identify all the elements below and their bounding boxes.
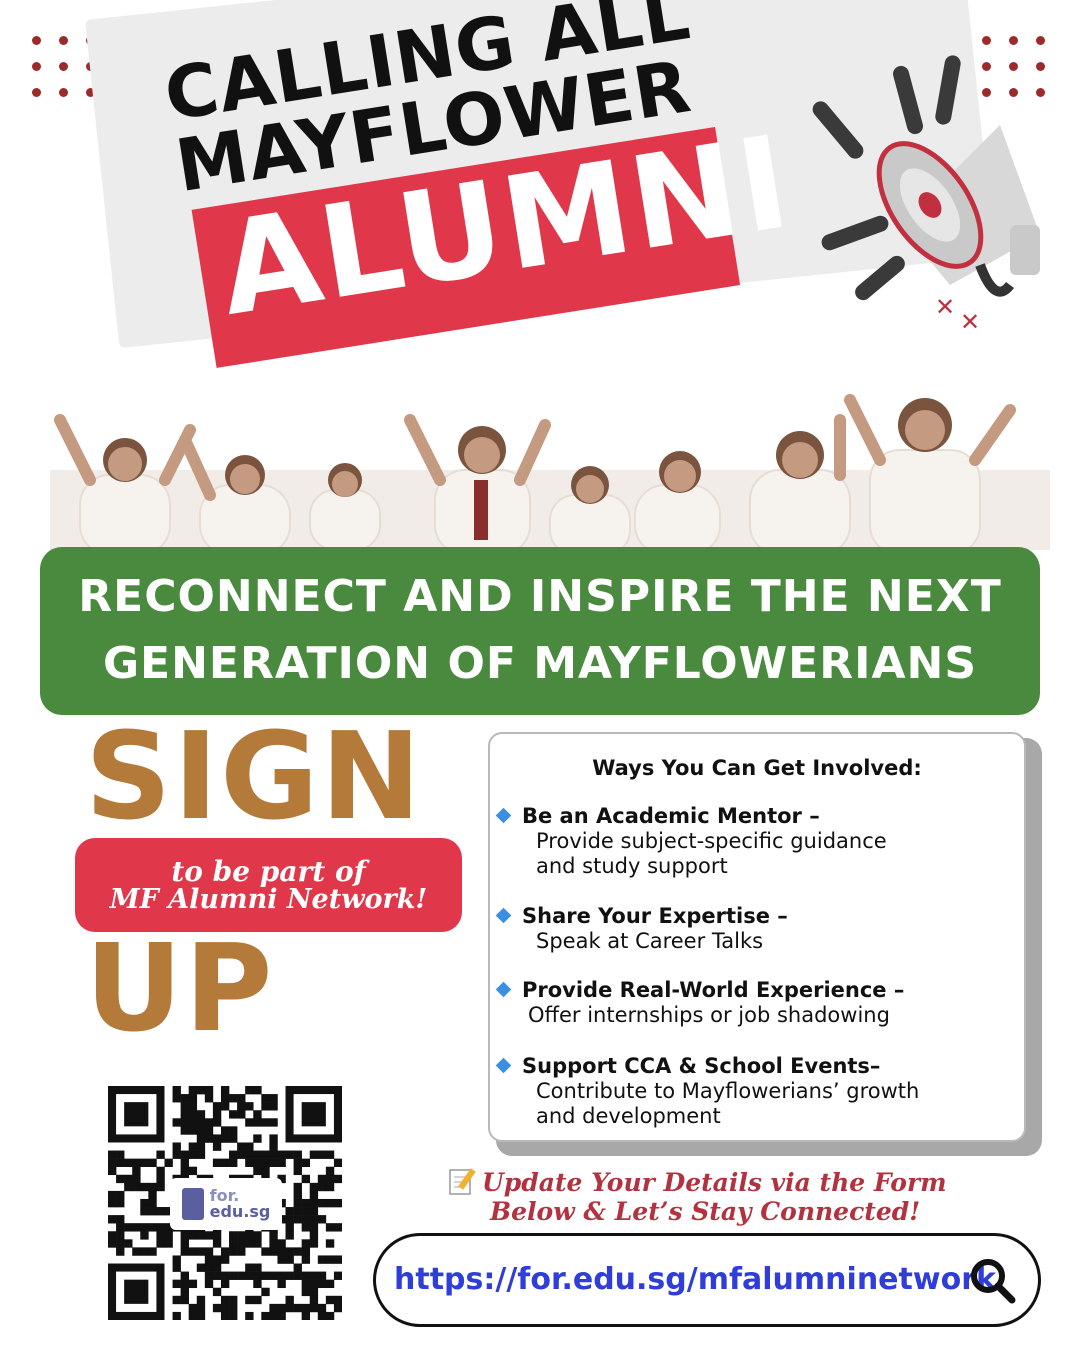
item-description: Offer internships or job shadowing [528, 1003, 890, 1028]
network-pill: to be part of MF Alumni Network! [75, 838, 462, 932]
banner-line-1: RECONNECT AND INSPIRE THE NEXT [78, 571, 1002, 623]
item-heading: Support CCA & School Events– [522, 1054, 881, 1078]
logo-line-2: edu.sg [209, 1202, 271, 1221]
up-heading: UP [85, 920, 275, 1059]
item-heading: Be an Academic Mentor – [522, 804, 820, 828]
list-item: Provide Real-World Experience – Offer in… [495, 978, 1018, 1028]
megaphone-icon: ✕ ✕ [812, 55, 1040, 336]
qr-code[interactable]: for. edu.sg [108, 1086, 343, 1321]
decorative-dots-left [32, 36, 96, 97]
url-search-bar[interactable]: https://for.edu.sg/mfalumninetwork [373, 1233, 1041, 1327]
sign-heading: SIGN [85, 708, 423, 847]
item-description: Speak at Career Talks [536, 929, 764, 954]
reconnect-banner: RECONNECT AND INSPIRE THE NEXT GENERATIO… [40, 547, 1040, 715]
search-icon[interactable] [968, 1256, 1018, 1306]
item-heading: Provide Real-World Experience – [522, 978, 905, 1002]
item-description: and development [536, 1104, 721, 1129]
update-note: Update Your Details via the Form Below &… [448, 1166, 1008, 1227]
form-link[interactable]: https://for.edu.sg/mfalumninetwork [394, 1262, 996, 1297]
item-description: Provide subject-specific guidance [536, 829, 887, 854]
update-line-1: Update Your Details via the Form [482, 1168, 947, 1197]
svg-text:✕: ✕ [935, 293, 955, 321]
update-line-2: Below & Let’s Stay Connected! [490, 1196, 921, 1226]
pill-line-2: MF Alumni Network! [109, 883, 428, 915]
pill-line-1: to be part of [171, 854, 366, 888]
list-item: Share Your Expertise – Speak at Career T… [495, 904, 1018, 954]
ways-title: Ways You Can Get Involved: [592, 756, 922, 780]
for-edu-logo: for. edu.sg [170, 1178, 282, 1230]
ways-box: Ways You Can Get Involved: Be an Academi… [488, 732, 1026, 1142]
book-icon [181, 1188, 204, 1220]
item-description: and study support [536, 854, 728, 879]
students-photo [50, 394, 1050, 550]
memo-pencil-icon [449, 1168, 476, 1195]
banner-line-2: GENERATION OF MAYFLOWERIANS [102, 638, 978, 689]
item-heading: Share Your Expertise – [522, 904, 788, 928]
item-description: Contribute to Mayflowerians’ growth [536, 1079, 920, 1104]
svg-text:✕: ✕ [960, 308, 980, 336]
list-item: Support CCA & School Events– Contribute … [495, 1054, 1018, 1130]
list-item: Be an Academic Mentor – Provide subject-… [495, 804, 1018, 880]
